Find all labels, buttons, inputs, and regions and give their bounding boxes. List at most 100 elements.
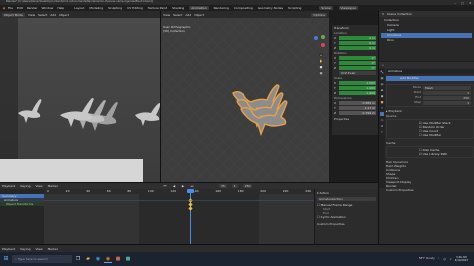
action-panel-title[interactable]: ▾ Action bbox=[317, 191, 376, 196]
dopesheet-view-menu[interactable]: View bbox=[35, 184, 42, 188]
keyframe-diamond[interactable] bbox=[188, 206, 193, 211]
object-tab-icon[interactable]: ■ bbox=[380, 100, 384, 104]
main-menu-view[interactable]: View bbox=[163, 13, 170, 17]
timeline-marker-menu[interactable]: Marker bbox=[48, 247, 58, 251]
main-menu-add[interactable]: Add bbox=[185, 13, 191, 17]
rot-x-field[interactable]: 0° bbox=[339, 56, 376, 60]
output-tab-icon[interactable]: ▤ bbox=[380, 82, 384, 86]
loc-z-field[interactable]: 0 m bbox=[339, 46, 376, 50]
step-value[interactable]: 1 bbox=[423, 101, 471, 105]
add-modifier-button[interactable]: Add Modifier bbox=[386, 76, 474, 81]
tool-tab-icon[interactable]: 🔧 bbox=[380, 70, 384, 74]
play-icon[interactable]: ▶ bbox=[181, 184, 185, 188]
rot-z-field[interactable]: 0° bbox=[339, 66, 376, 70]
channel-object-transforms[interactable]: Object Transforms bbox=[0, 202, 44, 206]
app-icon[interactable]: ■ bbox=[114, 255, 122, 263]
scene-tab-icon[interactable]: ◆ bbox=[380, 88, 384, 92]
blender-taskbar-icon[interactable]: ◉ bbox=[104, 255, 112, 263]
loc-x-field[interactable]: 0 m bbox=[339, 36, 376, 40]
left-menu-select[interactable]: Select bbox=[38, 13, 47, 17]
minimize-icon[interactable]: – bbox=[455, 1, 457, 5]
custom-properties-section[interactable]: Custom Properties bbox=[317, 222, 376, 227]
weather-widget[interactable]: 58°F Cloudy bbox=[419, 257, 435, 261]
render-tab-icon[interactable]: ▣ bbox=[380, 76, 384, 80]
properties-search-icon[interactable]: ⌕ bbox=[381, 63, 385, 67]
frame-start-field[interactable]: 1 bbox=[231, 184, 238, 188]
tab-compositing[interactable]: Compositing bbox=[234, 6, 253, 10]
left-viewport[interactable]: Object Mode View Select Add Object bbox=[0, 11, 160, 182]
task-view-icon[interactable]: ❐ bbox=[74, 255, 82, 263]
gizmo-x-icon[interactable] bbox=[321, 43, 325, 47]
outliner-item-dino[interactable]: Dino bbox=[381, 38, 472, 43]
data-tab-icon[interactable]: ⚘ bbox=[380, 130, 384, 134]
timeline-keying-menu[interactable]: Keying bbox=[20, 247, 30, 251]
tab-shading[interactable]: Shading bbox=[172, 6, 184, 10]
maximize-icon[interactable]: □ bbox=[461, 1, 464, 5]
left-viewport-mode[interactable]: Object Mode bbox=[2, 12, 25, 17]
end-value[interactable]: 250 bbox=[423, 96, 471, 100]
tab-texture-paint[interactable]: Texture Paint bbox=[148, 6, 167, 10]
file-explorer-icon[interactable]: ▰ bbox=[84, 255, 92, 263]
pan-icon[interactable]: ✋ bbox=[319, 59, 323, 63]
checkbox-use-modifier[interactable]: ☐ Use Modifier bbox=[389, 133, 471, 137]
scale-x-field[interactable]: 1.000 bbox=[339, 81, 376, 85]
physics-tab-icon[interactable]: ◎ bbox=[380, 118, 384, 122]
volume-icon[interactable]: ♪ bbox=[449, 257, 453, 261]
dim-y-field[interactable]: 1.17 m bbox=[339, 106, 376, 110]
object-name-field[interactable]: Armature bbox=[386, 69, 474, 74]
taskbar-search-input[interactable]: ⌕ Type here to search bbox=[12, 255, 72, 263]
keyframe-area[interactable]: 0 20 40 60 80 100 120 140 160 180 200 22… bbox=[44, 189, 314, 245]
rot-y-field[interactable]: 0° bbox=[339, 61, 376, 65]
jump-start-icon[interactable]: ⏮ bbox=[163, 184, 167, 188]
dopesheet-marker-menu[interactable]: Marker bbox=[48, 184, 58, 188]
dim-x-field[interactable]: 0.489 m bbox=[339, 101, 376, 105]
tab-animation[interactable]: Animation bbox=[189, 6, 209, 10]
start-value[interactable]: 1 bbox=[423, 91, 471, 95]
section-custom-properties[interactable]: Custom Properties bbox=[386, 188, 474, 192]
gizmo-y-icon[interactable] bbox=[321, 35, 325, 39]
main-options-button[interactable]: Options bbox=[311, 12, 327, 17]
menu-help[interactable]: Help bbox=[57, 6, 64, 10]
tab-rendering[interactable]: Rendering bbox=[214, 6, 229, 10]
outliner-filter-icon[interactable]: ▾ bbox=[381, 12, 385, 16]
perspective-icon[interactable]: ▦ bbox=[319, 71, 323, 75]
view-layer-selector[interactable]: ViewLayer bbox=[338, 6, 359, 10]
checkbox-library-path[interactable]: ☑ Use Library Path bbox=[389, 152, 471, 156]
play-reverse-icon[interactable]: ◀ bbox=[172, 184, 176, 188]
app-icon[interactable]: ■ bbox=[124, 255, 132, 263]
loc-y-field[interactable]: 0 m bbox=[339, 41, 376, 45]
browser-icon[interactable]: ◉ bbox=[94, 255, 102, 263]
network-icon[interactable]: ⌬ bbox=[443, 257, 447, 261]
scale-y-field[interactable]: 1.000 bbox=[339, 86, 376, 90]
left-menu-view[interactable]: View bbox=[28, 13, 35, 17]
main-menu-object[interactable]: Object bbox=[194, 13, 204, 17]
close-icon[interactable]: ✕ bbox=[469, 1, 472, 5]
world-tab-icon[interactable]: ● bbox=[380, 94, 384, 98]
left-menu-object[interactable]: Object bbox=[59, 13, 69, 17]
frame-end-field[interactable]: 250 bbox=[242, 184, 253, 188]
dopesheet-keying-menu[interactable]: Keying bbox=[20, 184, 30, 188]
navigation-gizmo[interactable] bbox=[311, 34, 327, 50]
main-viewport[interactable]: View Select Add Object Options User Orth… bbox=[161, 11, 329, 182]
scene-selector[interactable]: Scene bbox=[319, 6, 333, 10]
cyclic-animation-checkbox[interactable]: ☐ Cyclic Animation bbox=[317, 215, 376, 219]
menu-render[interactable]: Render bbox=[27, 6, 38, 10]
system-tray-chevron-icon[interactable]: ˄ bbox=[437, 257, 441, 261]
properties-subpanel[interactable]: Properties bbox=[334, 118, 376, 121]
mode-value[interactable]: Mesh bbox=[423, 86, 471, 90]
main-menu-select[interactable]: Select bbox=[173, 13, 182, 17]
left-menu-add[interactable]: Add bbox=[50, 13, 56, 17]
modifier-tab-icon[interactable]: ✦ bbox=[380, 106, 384, 110]
timeline-view-menu[interactable]: View bbox=[35, 247, 42, 251]
timeline-playback-menu[interactable]: Playback bbox=[2, 247, 15, 251]
tab-scripting[interactable]: Scripting bbox=[288, 6, 301, 10]
tab-layout[interactable]: Layout bbox=[74, 6, 84, 10]
gizmo-z-icon[interactable] bbox=[314, 36, 318, 40]
menu-window[interactable]: Window bbox=[42, 6, 54, 10]
tab-modeling[interactable]: Modeling bbox=[89, 6, 103, 10]
tab-geometry-nodes[interactable]: Geometry Nodes bbox=[258, 6, 283, 10]
clock[interactable]: 3:46 AM 4/12/2023 bbox=[455, 256, 468, 262]
playhead-marker[interactable] bbox=[187, 189, 194, 193]
particles-tab-icon[interactable]: ∴ bbox=[380, 112, 384, 116]
tab-sculpting[interactable]: Sculpting bbox=[108, 6, 122, 10]
